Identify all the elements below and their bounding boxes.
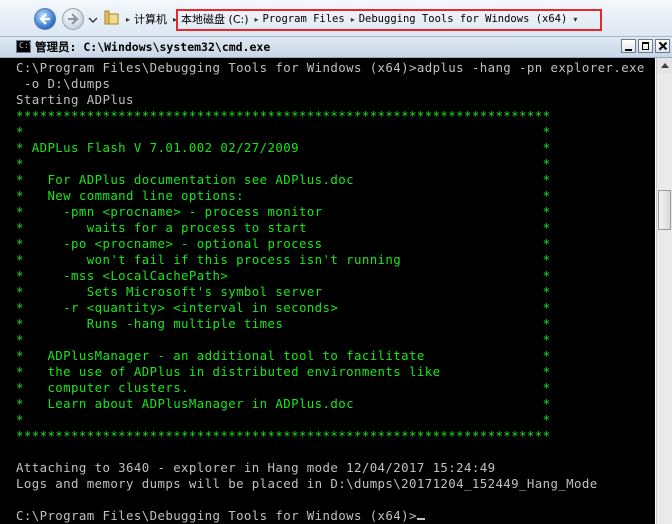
highlight-box <box>176 9 602 31</box>
scroll-thumb[interactable] <box>658 190 671 230</box>
vertical-scrollbar[interactable] <box>656 58 672 524</box>
console-output[interactable]: C:\Program Files\Debugging Tools for Win… <box>0 58 655 524</box>
close-button[interactable] <box>655 39 670 53</box>
back-button[interactable] <box>34 8 56 30</box>
breadcrumb-computer[interactable]: 计算机 <box>134 11 167 27</box>
chevron-right-icon[interactable]: ▸ <box>126 15 130 24</box>
minimize-button[interactable] <box>621 39 636 53</box>
scroll-up-arrow-icon[interactable] <box>657 58 672 74</box>
status-lines: Attaching to 3640 - explorer in Hang mod… <box>16 460 598 491</box>
recent-pages-dropdown[interactable] <box>88 16 98 24</box>
back-arrow-icon <box>39 13 50 25</box>
maximize-button[interactable] <box>638 39 653 53</box>
cmd-app-icon[interactable]: C:\ <box>16 40 33 53</box>
forward-arrow-icon <box>68 13 79 25</box>
forward-button[interactable] <box>62 8 84 30</box>
command-lines: C:\Program Files\Debugging Tools for Win… <box>16 60 645 107</box>
explorer-address-bar: ▸ 计算机 ▸ 本地磁盘 (C:) ▸ Program Files ▸ Debu… <box>0 0 672 37</box>
window-title: 管理员: C:\Windows\system32\cmd.exe <box>35 40 271 54</box>
adplus-banner: ****************************************… <box>16 108 551 443</box>
folder-icon <box>104 10 119 25</box>
text-cursor <box>416 518 425 520</box>
command-prompt: C:\Program Files\Debugging Tools for Win… <box>16 508 417 523</box>
